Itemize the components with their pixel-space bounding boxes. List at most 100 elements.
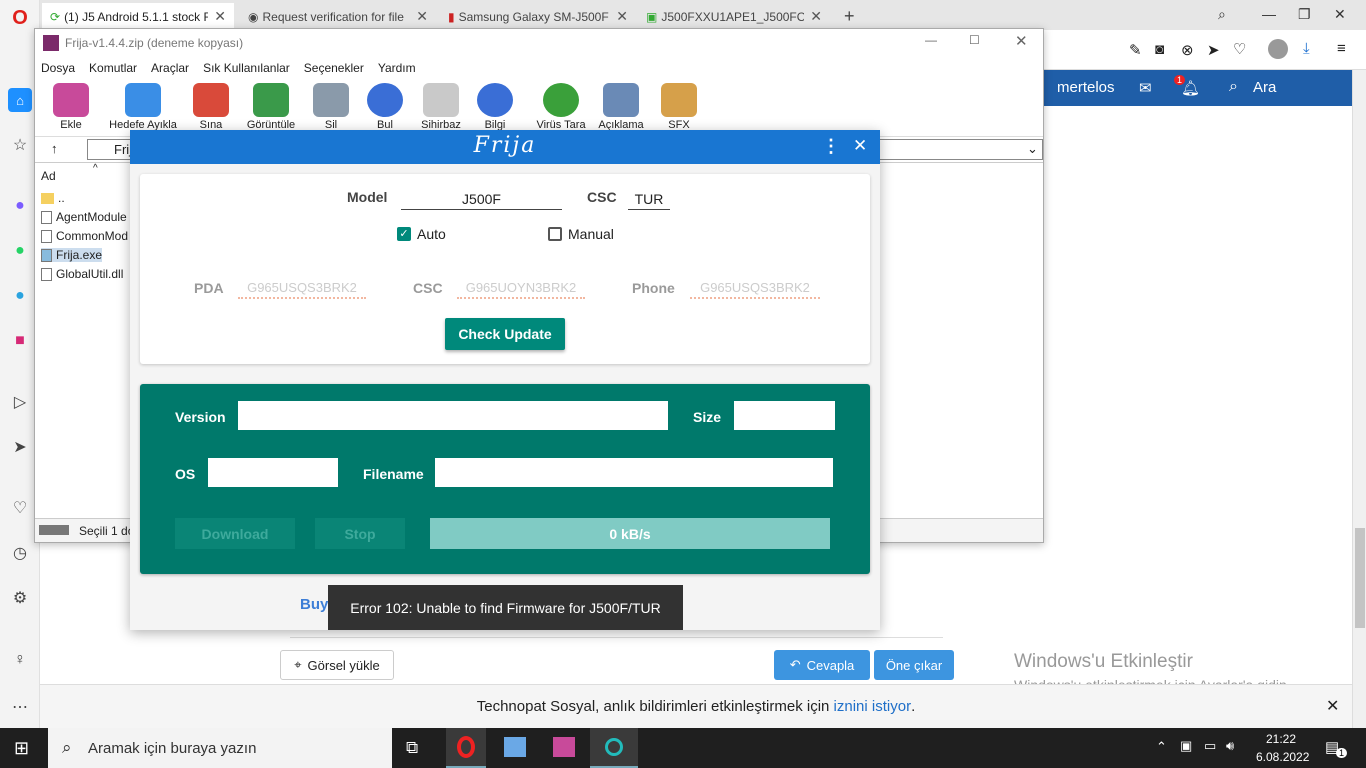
more-icon[interactable]: ⋮ xyxy=(822,136,840,157)
heart-icon[interactable]: ♡ xyxy=(8,496,32,520)
network-icon[interactable]: ▣ xyxy=(1180,738,1192,754)
list-item[interactable]: AgentModule xyxy=(41,210,127,224)
maximize-icon[interactable]: ☐ xyxy=(969,33,980,47)
info-button[interactable]: Bilgi xyxy=(463,83,527,131)
ethernet-icon[interactable]: ▭ xyxy=(1204,738,1216,754)
heart-icon[interactable]: ♡ xyxy=(1233,40,1246,58)
home-icon[interactable]: ⌂ xyxy=(8,88,32,112)
model-input[interactable]: J500F xyxy=(401,188,562,210)
menu-komutlar[interactable]: Komutlar xyxy=(89,61,137,75)
list-item[interactable]: GlobalUtil.dll xyxy=(41,267,123,281)
check-update-button[interactable]: Check Update xyxy=(445,318,565,350)
preview-button[interactable]: Öne çıkar xyxy=(874,650,954,680)
speed-dial-icon[interactable]: ☆ xyxy=(8,133,32,157)
minimize-icon[interactable]: — xyxy=(1262,6,1276,22)
list-item[interactable]: CommonMod xyxy=(41,229,128,243)
download-button[interactable]: Download xyxy=(175,518,295,549)
menu-help[interactable]: Yardım xyxy=(378,61,416,75)
extract-button[interactable]: Hedefe Ayıkla xyxy=(107,83,179,131)
messenger-icon[interactable]: ● xyxy=(8,194,32,218)
block-icon[interactable]: ⊗ xyxy=(1181,41,1194,59)
opera-taskbar-icon[interactable] xyxy=(446,728,486,768)
close-icon[interactable]: ✕ xyxy=(810,8,822,25)
search-icon[interactable]: ⌕ xyxy=(1229,78,1238,96)
reply-button[interactable]: ↶ Cevapla xyxy=(774,650,870,680)
close-icon[interactable]: ✕ xyxy=(853,136,867,156)
opera-logo-icon[interactable]: O xyxy=(8,6,32,30)
tab-2[interactable]: ◉ Request verification for file ✕ xyxy=(240,3,436,30)
version-field[interactable] xyxy=(238,401,668,430)
menu-icon[interactable]: ≡ xyxy=(1337,40,1346,57)
os-field[interactable] xyxy=(208,458,338,487)
lightbulb-icon[interactable]: ♀ xyxy=(8,648,32,672)
mail-icon[interactable]: ✉ xyxy=(1139,79,1152,97)
search-label[interactable]: Ara xyxy=(1253,79,1276,96)
username[interactable]: mertelos xyxy=(1057,79,1115,96)
menu-favorites[interactable]: Sık Kullanılanlar xyxy=(203,61,290,75)
settings-icon[interactable]: ⚙ xyxy=(8,586,32,610)
menu-options[interactable]: Seçenekler xyxy=(304,61,364,75)
comment-button[interactable]: Açıklama xyxy=(589,83,653,131)
scroll-thumb[interactable] xyxy=(1355,528,1365,628)
list-item[interactable]: Frija.exe xyxy=(41,248,103,262)
filename-field[interactable] xyxy=(435,458,833,487)
list-item[interactable]: .. xyxy=(41,191,65,205)
send-icon[interactable]: ➤ xyxy=(1207,41,1220,59)
permission-link[interactable]: iznini istiyor xyxy=(834,698,912,715)
taskbar-search[interactable]: ⌕ Aramak için buraya yazın xyxy=(48,728,392,768)
instagram-icon[interactable]: ■ xyxy=(8,329,32,353)
sfx-button[interactable]: SFX xyxy=(647,83,711,131)
up-icon[interactable]: ↑ xyxy=(51,141,58,156)
upload-image-button[interactable]: ⌖ Görsel yükle xyxy=(280,650,394,680)
manual-label[interactable]: Manual xyxy=(568,226,614,242)
column-header-name[interactable]: Ad xyxy=(41,169,56,183)
manual-checkbox[interactable] xyxy=(548,227,562,241)
buy-link[interactable]: Buy xyxy=(300,596,328,613)
csc-input[interactable]: TUR xyxy=(628,188,670,210)
tray-chevron-icon[interactable]: ⌃ xyxy=(1156,739,1167,755)
view-button[interactable]: Görüntüle xyxy=(239,83,303,131)
test-button[interactable]: Sına xyxy=(179,83,243,131)
size-field[interactable] xyxy=(734,401,835,430)
pda-input[interactable]: G965USQS3BRK2 xyxy=(238,277,366,299)
history-icon[interactable]: ◷ xyxy=(8,541,32,565)
phone-input[interactable]: G965USQS3BRK2 xyxy=(690,277,820,299)
windows-start-icon[interactable]: ⊞ xyxy=(14,738,29,759)
volume-icon[interactable]: 🔊︎ xyxy=(1226,738,1234,754)
page-scrollbar[interactable] xyxy=(1352,70,1366,728)
find-button[interactable]: Bul xyxy=(353,83,417,131)
frija-taskbar-icon[interactable] xyxy=(590,728,638,768)
dropdown-icon[interactable]: ⌄ xyxy=(1027,141,1038,157)
close-icon[interactable]: ✕ xyxy=(416,8,428,25)
search-tabs-icon[interactable]: ⌕ xyxy=(1218,6,1226,23)
add-button[interactable]: Ekle xyxy=(39,83,103,131)
whatsapp-icon[interactable]: ● xyxy=(8,239,32,263)
minimize-icon[interactable]: — xyxy=(925,33,937,47)
close-window-icon[interactable]: ✕ xyxy=(1334,6,1346,23)
profile-icon[interactable] xyxy=(1268,39,1288,59)
telegram-icon[interactable]: ● xyxy=(8,284,32,308)
virus-scan-button[interactable]: Virüs Tara xyxy=(529,83,593,131)
csc2-input[interactable]: G965UOYN3BRK2 xyxy=(457,277,585,299)
clock-date[interactable]: 6.08.2022 xyxy=(1256,750,1309,764)
winrar-taskbar-icon[interactable] xyxy=(553,737,575,757)
new-tab-button[interactable]: + xyxy=(836,3,864,30)
auto-label[interactable]: Auto xyxy=(417,226,446,242)
close-icon[interactable]: ✕ xyxy=(1326,696,1339,716)
player-icon[interactable]: ▷ xyxy=(8,390,32,414)
task-view-icon[interactable]: ⧉ xyxy=(406,738,418,758)
stop-button[interactable]: Stop xyxy=(315,518,405,549)
close-icon[interactable]: ✕ xyxy=(1015,32,1028,50)
edit-icon[interactable]: ✎ xyxy=(1129,41,1142,59)
tab-1[interactable]: ⟳ (1) J5 Android 5.1.1 stock R ✕ xyxy=(42,3,234,30)
close-icon[interactable]: ✕ xyxy=(214,8,226,25)
auto-checkbox[interactable]: ✓ xyxy=(397,227,411,241)
restore-icon[interactable]: ❐ xyxy=(1298,6,1311,23)
more-icon[interactable]: ⋯ xyxy=(8,695,32,719)
tab-4[interactable]: ▣ J500FXXU1APE1_J500FOJV1 ✕ xyxy=(638,3,830,30)
camera-icon[interactable]: ◙ xyxy=(1155,41,1164,58)
download-icon[interactable]: ⤓ xyxy=(1303,40,1310,57)
menu-araclar[interactable]: Araçlar xyxy=(151,61,189,75)
close-icon[interactable]: ✕ xyxy=(616,8,628,25)
menu-dosya[interactable]: Dosya xyxy=(41,61,75,75)
